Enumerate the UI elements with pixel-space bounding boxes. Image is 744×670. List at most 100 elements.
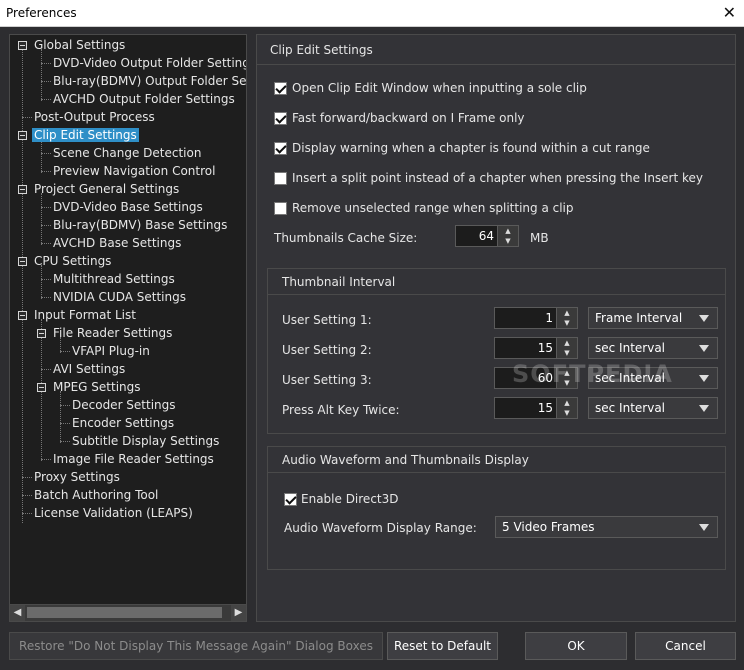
waveform-range-value: 5 Video Frames xyxy=(502,520,595,534)
alt-key-twice-unit-dropdown[interactable]: sec Interval xyxy=(588,397,718,419)
tree-item-post-output-process[interactable]: Post-Output Process xyxy=(34,109,155,125)
user-setting-1-unit: Frame Interval xyxy=(595,311,683,325)
settings-tree[interactable]: Global Settings DVD-Video Output Folder … xyxy=(9,34,247,622)
tree-line xyxy=(41,81,51,82)
fast-forward-iframe-label[interactable]: Fast forward/backward on I Frame only xyxy=(292,111,525,125)
scroll-left-icon[interactable]: ◀ xyxy=(10,605,25,621)
spin-down-icon[interactable]: ▼ xyxy=(557,408,577,418)
tree-line xyxy=(60,391,61,443)
collapse-icon[interactable] xyxy=(18,257,27,266)
audio-waveform-group: Audio Waveform and Thumbnails Display En… xyxy=(267,446,726,570)
user-setting-1-spinner[interactable]: 1 ▲ ▼ xyxy=(494,307,578,329)
scroll-right-icon[interactable]: ▶ xyxy=(231,605,246,621)
tree-item-label: License Validation (LEAPS) xyxy=(34,506,193,520)
restore-dialogs-button[interactable]: Restore "Do Not Display This Message Aga… xyxy=(9,632,383,660)
tree-item-dvd-output-folder[interactable]: DVD-Video Output Folder Settings xyxy=(53,55,246,71)
tree-item-label: Encoder Settings xyxy=(72,416,175,430)
close-icon[interactable]: ✕ xyxy=(723,3,736,22)
tree-item-global-settings[interactable]: Global Settings xyxy=(34,37,125,53)
tree-line xyxy=(22,513,32,514)
tree-line xyxy=(41,171,51,172)
tree-item-bluray-output-folder[interactable]: Blu-ray(BDMV) Output Folder Settings xyxy=(53,73,247,89)
tree-item-avchd-output-folder[interactable]: AVCHD Output Folder Settings xyxy=(53,91,235,107)
chapter-warning-checkbox[interactable] xyxy=(274,142,287,155)
collapse-icon[interactable] xyxy=(18,41,27,50)
open-clip-edit-label[interactable]: Open Clip Edit Window when inputting a s… xyxy=(292,81,587,95)
horizontal-scrollbar[interactable]: ◀ ▶ xyxy=(10,604,246,621)
tree-item-project-general[interactable]: Project General Settings xyxy=(34,181,179,197)
tree-item-nvidia-cuda[interactable]: NVIDIA CUDA Settings xyxy=(53,289,186,305)
tree-item-label: NVIDIA CUDA Settings xyxy=(53,290,186,304)
collapse-icon[interactable] xyxy=(18,185,27,194)
window-title: Preferences xyxy=(6,6,77,20)
user-setting-2-value: 15 xyxy=(537,341,553,355)
collapse-icon[interactable] xyxy=(18,131,27,140)
user-setting-2-unit-dropdown[interactable]: sec Interval xyxy=(588,337,718,359)
chevron-down-icon xyxy=(699,315,709,322)
tree-item-multithread[interactable]: Multithread Settings xyxy=(53,271,175,287)
chevron-down-icon xyxy=(699,405,709,412)
collapse-icon[interactable] xyxy=(37,329,46,338)
open-clip-edit-checkbox[interactable] xyxy=(274,82,287,95)
chevron-down-icon xyxy=(699,524,709,531)
tree-item-label: AVCHD Base Settings xyxy=(53,236,182,250)
cache-size-spinner[interactable]: 64 ▲ ▼ xyxy=(455,225,519,247)
tree-item-avi-settings[interactable]: AVI Settings xyxy=(53,361,125,377)
waveform-range-dropdown[interactable]: 5 Video Frames xyxy=(495,516,718,538)
tree-item-proxy-settings[interactable]: Proxy Settings xyxy=(34,469,120,485)
divider xyxy=(268,294,725,295)
tree-line xyxy=(41,139,42,173)
tree-item-bluray-base[interactable]: Blu-ray(BDMV) Base Settings xyxy=(53,217,227,233)
insert-split-point-label[interactable]: Insert a split point instead of a chapte… xyxy=(292,171,703,185)
tree-item-batch-authoring[interactable]: Batch Authoring Tool xyxy=(34,487,158,503)
tree-item-label: Blu-ray(BDMV) Base Settings xyxy=(53,218,228,232)
tree-item-label: MPEG Settings xyxy=(53,380,141,394)
tree-item-label: CPU Settings xyxy=(34,254,112,268)
tree-item-encoder-settings[interactable]: Encoder Settings xyxy=(72,415,174,431)
ok-button[interactable]: OK xyxy=(525,632,627,660)
insert-split-point-checkbox[interactable] xyxy=(274,172,287,185)
user-setting-2-spinner[interactable]: 15 ▲ ▼ xyxy=(494,337,578,359)
spin-down-icon[interactable]: ▼ xyxy=(557,318,577,328)
alt-key-twice-spinner[interactable]: 15 ▲ ▼ xyxy=(494,397,578,419)
tree-line xyxy=(41,279,51,280)
tree-item-file-reader[interactable]: File Reader Settings xyxy=(53,325,172,341)
tree-item-image-file-reader[interactable]: Image File Reader Settings xyxy=(53,451,214,467)
tree-item-preview-navigation[interactable]: Preview Navigation Control xyxy=(53,163,215,179)
tree-item-cpu-settings[interactable]: CPU Settings xyxy=(34,253,111,269)
chevron-down-icon xyxy=(699,345,709,352)
thumbnail-interval-title: Thumbnail Interval xyxy=(282,275,396,289)
user-setting-1-unit-dropdown[interactable]: Frame Interval xyxy=(588,307,718,329)
fast-forward-iframe-checkbox[interactable] xyxy=(274,112,287,125)
remove-unselected-range-label[interactable]: Remove unselected range when splitting a… xyxy=(292,201,574,215)
enable-direct3d-checkbox[interactable] xyxy=(284,493,297,506)
remove-unselected-range-checkbox[interactable] xyxy=(274,202,287,215)
tree-item-avchd-base[interactable]: AVCHD Base Settings xyxy=(53,235,181,251)
tree-item-clip-edit-settings[interactable]: Clip Edit Settings xyxy=(32,127,139,143)
tree-item-mpeg-settings[interactable]: MPEG Settings xyxy=(53,379,141,395)
tree-item-input-format-list[interactable]: Input Format List xyxy=(34,307,136,323)
tree-item-scene-change-detection[interactable]: Scene Change Detection xyxy=(53,145,201,161)
alt-key-twice-unit: sec Interval xyxy=(595,401,666,415)
cancel-button[interactable]: Cancel xyxy=(635,632,736,660)
tree-item-decoder-settings[interactable]: Decoder Settings xyxy=(72,397,176,413)
collapse-icon[interactable] xyxy=(37,383,46,392)
tree-item-vfapi-plugin[interactable]: VFAPI Plug-in xyxy=(72,343,150,359)
panel-title: Clip Edit Settings xyxy=(270,43,373,57)
tree-item-subtitle-display[interactable]: Subtitle Display Settings xyxy=(72,433,219,449)
tree-line xyxy=(41,265,42,299)
thumbnail-interval-group: Thumbnail Interval User Setting 1: 1 ▲ ▼ … xyxy=(267,268,726,434)
tree-item-license-validation[interactable]: License Validation (LEAPS) xyxy=(34,505,193,521)
spin-down-icon[interactable]: ▼ xyxy=(557,348,577,358)
scrollbar-thumb[interactable] xyxy=(27,607,222,618)
tree-item-label: Blu-ray(BDMV) Output Folder Settings xyxy=(53,74,247,88)
enable-direct3d-label[interactable]: Enable Direct3D xyxy=(301,492,399,506)
cache-size-unit: MB xyxy=(530,231,549,245)
chevron-down-icon xyxy=(699,375,709,382)
tree-line xyxy=(41,225,51,226)
spin-down-icon[interactable]: ▼ xyxy=(498,236,518,246)
collapse-icon[interactable] xyxy=(18,311,27,320)
tree-item-dvd-base[interactable]: DVD-Video Base Settings xyxy=(53,199,203,215)
reset-to-default-button[interactable]: Reset to Default xyxy=(387,632,498,660)
chapter-warning-label[interactable]: Display warning when a chapter is found … xyxy=(292,141,650,155)
